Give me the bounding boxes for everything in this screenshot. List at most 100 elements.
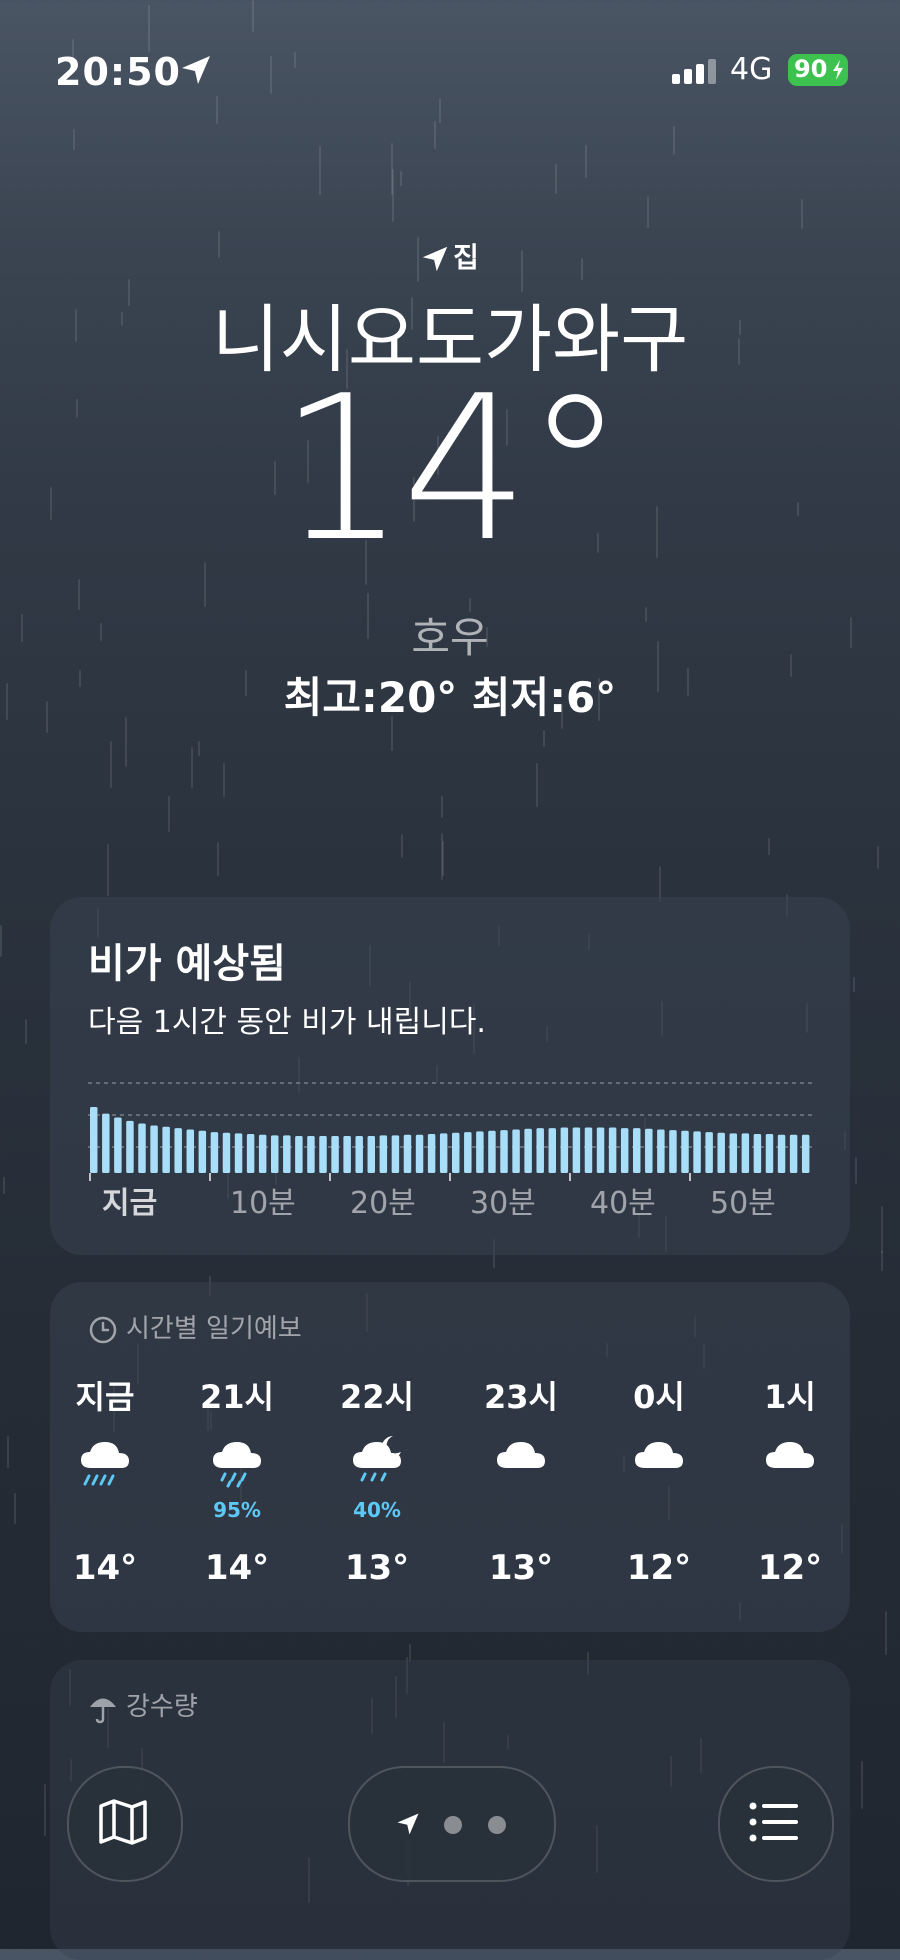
hourly-forecast-card[interactable]: 시간별 일기예보 지금 14° 21시 95% 14° 22시 40% 13° 23시 13° 0시… [50,1282,850,1632]
rain-bar [620,1128,629,1173]
rain-bar [464,1132,472,1173]
rain-bar [633,1128,641,1173]
chart-tick-label: 지금 [102,1186,157,1221]
location-arrow-icon [182,56,210,84]
rain-bar [536,1128,544,1173]
rain-bar [717,1132,725,1173]
rain-bar [439,1133,448,1173]
hour-label: 23시 [484,1378,558,1416]
map-button[interactable] [67,1766,183,1882]
rain-bar [753,1134,762,1173]
precip-chance: 40% [353,1498,401,1522]
rain-bar [355,1136,363,1173]
rain-bar [234,1133,243,1173]
current-condition: 호우 [411,613,489,662]
rain-bar [114,1117,122,1173]
rain-bar [138,1123,146,1173]
hour-icon-wrap: 40% [317,1416,437,1526]
hourly-item: 21시 95% 14° [177,1372,297,1588]
rain-bar [415,1134,424,1173]
rain-bar [319,1136,327,1173]
location-label-row: 집 [0,236,900,276]
status-time: 20:50 [55,50,181,94]
heavy-rain-icon [81,1442,129,1486]
rain-bar [777,1134,786,1173]
rain-bar [765,1134,774,1173]
precip-chance: 95% [213,1498,261,1522]
hourly-item: 지금 14° [45,1372,165,1588]
rain-bar [246,1134,255,1173]
hour-label: 22시 [340,1378,414,1416]
rain-bar [608,1127,617,1173]
hour-icon-wrap [45,1416,165,1526]
rain-bar [150,1125,158,1173]
precip-card-title: 강수량 [126,1692,198,1722]
hour-icon-wrap: 95% [177,1416,297,1526]
map-icon [99,1799,147,1845]
clock-icon [89,1316,117,1343]
hour-temperature: 12° [626,1548,692,1588]
hour-temperature: 14° [204,1548,270,1588]
hourly-item: 0시 12° [599,1372,719,1588]
hour-label: 21시 [200,1378,274,1416]
rain-bar [343,1136,351,1173]
night-rain-icon [353,1436,401,1482]
rain-bar [729,1133,738,1173]
rain-bar [403,1134,412,1173]
hour-label: 0시 [633,1378,685,1416]
page-dot[interactable] [444,1816,462,1834]
rain-bar [102,1113,110,1173]
rain-bar [186,1129,195,1173]
hourly-item: 1시 12° [730,1372,850,1588]
hour-temperature: 12° [757,1548,823,1588]
hourly-item: 22시 40% 13° [317,1372,437,1588]
rain-bar [295,1136,303,1173]
chart-tick-label: 40분 [590,1186,656,1221]
current-temperature: 14° [278,353,626,586]
precip-card-header: 강수량 [88,1686,198,1724]
hour-icon-wrap [599,1416,719,1526]
hour-label: 1시 [764,1378,816,1416]
rain-bar [669,1130,677,1173]
charging-bolt-icon [833,60,843,80]
page-dot[interactable] [488,1816,506,1834]
rain-bar [379,1135,388,1173]
hourly-item: 23시 13° [461,1372,581,1588]
hour-label: 지금 [75,1378,135,1416]
rain-bar [500,1130,508,1173]
rain-card-subtitle: 다음 1시간 동안 비가 내립니다. [88,1005,486,1040]
rain-card-title: 비가 예상됨 [88,941,286,987]
rain-icon [213,1442,261,1488]
rain-forecast-card[interactable]: 비가 예상됨 다음 1시간 동안 비가 내립니다. 지금 10분 20분 30분 40분… [50,897,850,1255]
umbrella-icon [90,1698,116,1723]
rain-bar [801,1134,810,1173]
current-location-page-icon [397,1813,419,1835]
hour-temperature: 13° [488,1548,554,1588]
rain-bar [271,1135,279,1173]
rain-bar [572,1127,581,1173]
location-arrow-icon [422,246,448,272]
rain-bar [452,1132,460,1173]
rain-bar [524,1128,532,1173]
rain-bar [162,1126,170,1173]
hour-temperature: 14° [72,1548,138,1588]
chart-tick-label: 20분 [350,1186,416,1221]
location-page-indicator[interactable] [348,1766,556,1882]
network-label: 4G [730,52,773,87]
chart-tick-label: 10분 [230,1186,296,1221]
rain-bar [488,1130,496,1173]
rain-bar [331,1136,339,1173]
list-icon [749,1802,798,1842]
city-list-button[interactable] [718,1766,834,1882]
location-label: 집 [453,241,479,274]
rain-bar [693,1131,701,1173]
signal-icon [672,59,716,84]
rain-bar [548,1128,557,1173]
rain-bar [645,1128,653,1173]
rain-bar [126,1120,134,1173]
battery-level: 90 [794,55,828,83]
cloud-icon [766,1442,814,1468]
rain-bar [584,1127,593,1173]
high-low-temperature: 최고:20° 최저:6° [283,673,617,722]
rain-bar [198,1130,207,1173]
